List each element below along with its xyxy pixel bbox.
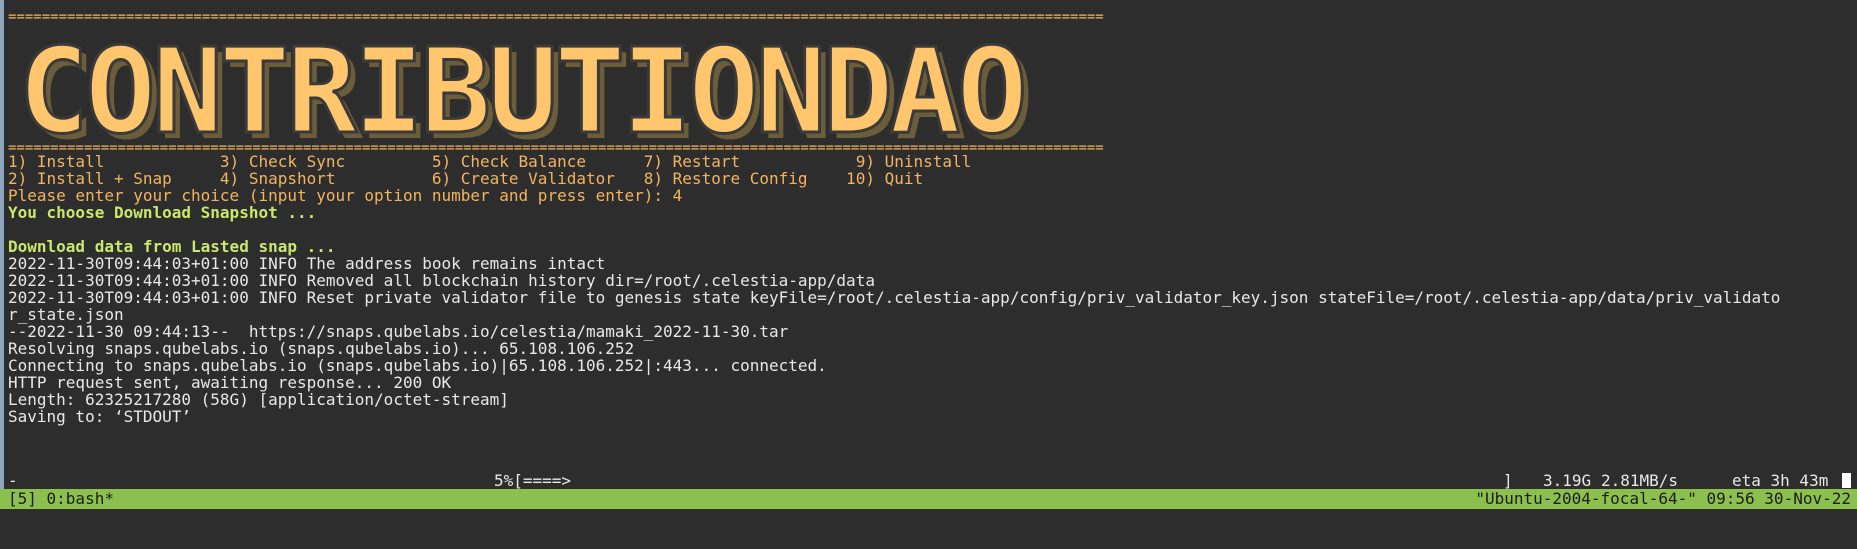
banner-title: CONTRIBUTIONDAO (17, 22, 1030, 160)
menu-row-2: 2) Install + Snap 4) Snapshort 6) Create… (8, 169, 924, 188)
progress-bar: 5%[====> (494, 471, 572, 490)
status-window-list[interactable]: [5] 0:bash* (8, 489, 114, 509)
progress-eta: eta 3h 43m (1732, 471, 1829, 490)
log-line: --2022-11-30 09:44:13-- https://snaps.qu… (8, 322, 789, 341)
terminal-window[interactable]: ========================================… (4, 0, 1857, 509)
log-line: Saving to: ‘STDOUT’ (8, 407, 192, 426)
progress-rate: 2.81MB/s (1601, 471, 1679, 490)
progress-bar-end: ] (1503, 471, 1513, 490)
choice-confirmation: You choose Download Snapshot ... (8, 203, 317, 222)
log-line: 2022-11-30T09:44:03+01:00 INFO Reset pri… (8, 288, 1781, 307)
log-line: 2022-11-30T09:44:03+01:00 INFO The addre… (8, 254, 606, 273)
choice-prompt: Please enter your choice (input your opt… (8, 186, 683, 205)
log-line: HTTP request sent, awaiting response... … (8, 373, 452, 392)
log-line: r_state.json (8, 305, 124, 324)
progress-downloaded: 3.19G (1543, 471, 1592, 490)
tmux-status-bar: [5] 0:bash* "Ubuntu-2004-focal-64-" 09:5… (0, 489, 1857, 509)
menu-row-1: 1) Install 3) Check Sync 5) Check Balanc… (8, 152, 972, 171)
terminal-cursor (1842, 472, 1851, 489)
log-line: Connecting to snaps.qubelabs.io (snaps.q… (8, 356, 827, 375)
download-progress: - 5%[====> ] 3.19G 2.81MB/s eta 3h 43m (8, 471, 1851, 490)
status-host-time: "Ubuntu-2004-focal-64-" 09:56 30-Nov-22 (1475, 489, 1851, 508)
ascii-banner: CONTRIBUTIONDAO (17, 22, 1228, 160)
log-line: Length: 62325217280 (58G) [application/o… (8, 390, 509, 409)
log-line: 2022-11-30T09:44:03+01:00 INFO Removed a… (8, 271, 875, 290)
download-header: Download data from Lasted snap ... (8, 237, 336, 256)
progress-dash: - (8, 471, 18, 490)
log-line: Resolving snaps.qubelabs.io (snaps.qubel… (8, 339, 635, 358)
